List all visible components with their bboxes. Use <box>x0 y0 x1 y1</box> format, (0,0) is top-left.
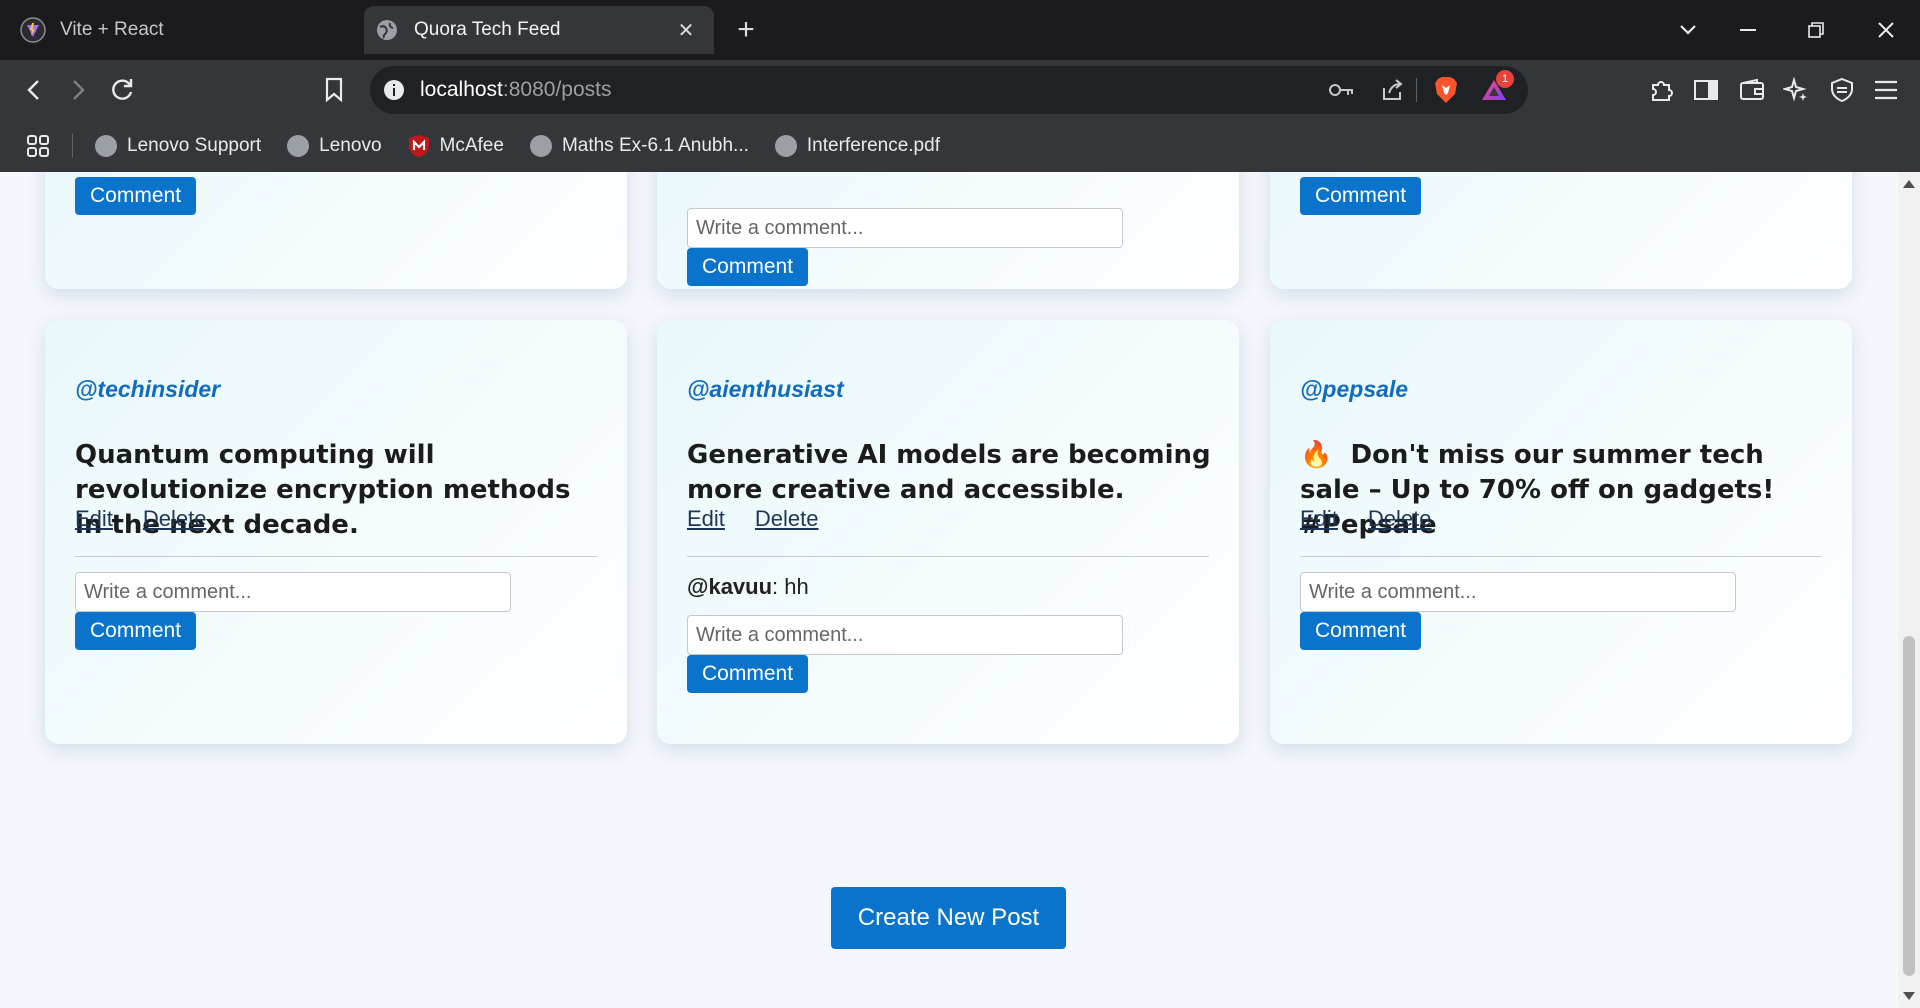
divider <box>687 556 1209 557</box>
brave-rewards-icon[interactable]: 1 <box>1478 70 1514 106</box>
comment-button[interactable]: Comment <box>75 612 197 650</box>
wallet-icon[interactable] <box>1734 72 1770 108</box>
url-host: localhost <box>420 78 503 101</box>
post-actions: Edit Delete <box>687 506 819 532</box>
browser-chrome: Vite + React Quora Tech Feed ✕ + localho… <box>0 0 1920 172</box>
comment-input[interactable] <box>687 208 1123 248</box>
post-handle[interactable]: @pepsale <box>1300 376 1408 403</box>
url-text: localhost:8080/posts <box>420 78 611 102</box>
brave-shields-icon[interactable] <box>1430 74 1462 106</box>
bookmark-label: Lenovo Support <box>127 135 262 156</box>
create-new-post-button[interactable]: Create New Post <box>831 887 1066 949</box>
address-bar[interactable]: localhost:8080/posts 1 <box>370 66 1528 114</box>
comment-user: @kavuu <box>687 574 773 599</box>
bookmark-lenovo-support[interactable]: Lenovo Support <box>95 135 261 157</box>
close-tab-icon[interactable]: ✕ <box>674 18 698 42</box>
page-viewport: Comment Comment Comment @techinsider Qua… <box>0 172 1898 1008</box>
globe-icon <box>529 135 552 157</box>
scrollbar-thumb[interactable] <box>1903 636 1915 976</box>
delete-link[interactable]: Delete <box>143 506 207 532</box>
forward-icon[interactable] <box>60 72 96 108</box>
post-card: @aienthusiast Generative AI models are b… <box>657 320 1239 744</box>
comment-input[interactable] <box>1300 572 1736 612</box>
edit-link[interactable]: Edit <box>75 506 113 532</box>
browser-toolbar: localhost:8080/posts 1 <box>0 60 1920 120</box>
post-card: Comment <box>45 172 627 289</box>
globe-icon <box>374 17 400 43</box>
bookmarks-divider <box>72 134 73 158</box>
globe-icon <box>287 135 310 157</box>
comment-button[interactable]: Comment <box>1300 612 1422 650</box>
new-tab-button[interactable]: + <box>730 13 762 46</box>
comment-input[interactable] <box>75 572 511 612</box>
divider <box>75 556 597 557</box>
bookmarks-bar: Lenovo Support Lenovo McAfee Maths Ex-6.… <box>0 120 1920 172</box>
share-icon[interactable] <box>1376 74 1408 106</box>
reload-icon[interactable] <box>104 72 140 108</box>
extensions-icon[interactable] <box>1644 72 1680 108</box>
minimize-icon[interactable] <box>1728 10 1768 50</box>
post-card: Comment <box>1270 172 1852 289</box>
bookmark-label: Interference.pdf <box>806 135 940 156</box>
apps-grid-icon[interactable] <box>26 134 50 158</box>
scroll-up-arrow-icon[interactable] <box>1903 180 1915 188</box>
post-card: @pepsale 🔥 Don't miss our summer tech sa… <box>1270 320 1852 744</box>
page-scrollbar[interactable] <box>1898 172 1920 1008</box>
comment-input[interactable] <box>687 615 1123 655</box>
delete-link[interactable]: Delete <box>755 506 819 532</box>
fire-icon: 🔥 <box>1300 440 1333 470</box>
comment-button[interactable]: Comment <box>75 177 197 215</box>
globe-icon <box>774 135 797 157</box>
bookmark-icon[interactable] <box>316 72 352 108</box>
post-card: Comment <box>657 172 1239 289</box>
divider <box>1300 556 1822 557</box>
bookmark-label: Maths Ex-6.1 Anubh... <box>561 135 749 156</box>
back-icon[interactable] <box>16 72 52 108</box>
tab-search-chevron-icon[interactable] <box>1668 10 1708 50</box>
scroll-down-arrow-icon[interactable] <box>1903 992 1915 1000</box>
menu-icon[interactable] <box>1868 72 1904 108</box>
tab-title: Quora Tech Feed <box>414 19 561 40</box>
leo-ai-icon[interactable] <box>1778 72 1814 108</box>
site-info-icon[interactable] <box>382 78 406 102</box>
post-actions: Edit Delete <box>75 506 207 532</box>
vpn-icon[interactable] <box>1824 72 1860 108</box>
comment-item: @kavuu: hh <box>687 574 809 600</box>
password-key-icon[interactable] <box>1326 74 1358 106</box>
notification-badge: 1 <box>1496 70 1514 88</box>
omnibox-divider <box>1416 78 1417 102</box>
post-handle[interactable]: @aienthusiast <box>687 376 844 403</box>
bookmark-mcafee[interactable]: McAfee <box>408 134 504 158</box>
post-text: Generative AI models are becoming more c… <box>687 440 1211 505</box>
comment-button[interactable]: Comment <box>1300 177 1422 215</box>
vite-icon <box>20 17 46 43</box>
sidebar-icon[interactable] <box>1688 72 1724 108</box>
tab-strip: Vite + React Quora Tech Feed ✕ + <box>0 0 1920 60</box>
restore-icon[interactable] <box>1796 10 1836 50</box>
bookmark-label: McAfee <box>439 135 504 156</box>
url-path: :8080/posts <box>502 78 612 101</box>
delete-link[interactable]: Delete <box>1368 506 1432 532</box>
edit-link[interactable]: Edit <box>687 506 725 532</box>
post-actions: Edit Delete <box>1300 506 1432 532</box>
tab-title: Vite + React <box>60 19 164 40</box>
comment-button[interactable]: Comment <box>687 248 809 286</box>
bookmark-label: Lenovo <box>319 135 382 156</box>
comment-button[interactable]: Comment <box>687 655 809 693</box>
bookmark-interference[interactable]: Interference.pdf <box>774 135 940 157</box>
close-window-icon[interactable] <box>1866 10 1906 50</box>
post-card: @techinsider Quantum computing will revo… <box>45 320 627 744</box>
tab-quora-tech-feed[interactable]: Quora Tech Feed ✕ <box>364 6 714 54</box>
tab-vite-react[interactable]: Vite + React <box>10 6 360 54</box>
globe-icon <box>95 135 117 157</box>
edit-link[interactable]: Edit <box>1300 506 1338 532</box>
mcafee-icon <box>408 134 430 158</box>
bookmark-lenovo[interactable]: Lenovo <box>287 135 382 157</box>
comment-text: hh <box>778 574 809 599</box>
post-handle[interactable]: @techinsider <box>75 376 220 403</box>
bookmark-maths[interactable]: Maths Ex-6.1 Anubh... <box>529 135 749 157</box>
